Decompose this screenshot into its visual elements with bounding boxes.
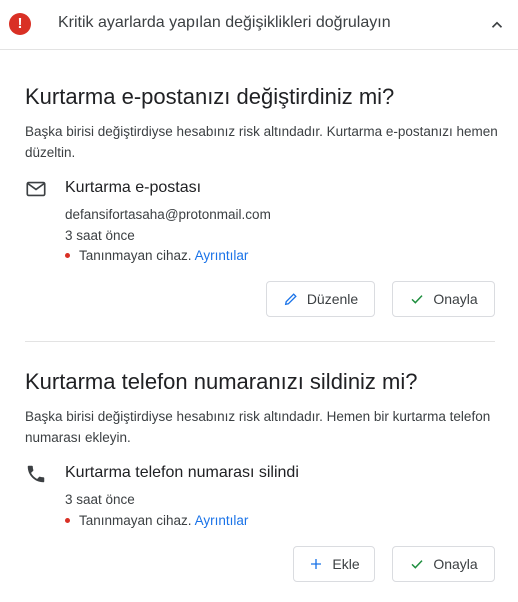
details-link[interactable]: Ayrıntılar: [195, 513, 249, 528]
plus-icon: [311, 559, 322, 569]
warning-dot: [65, 252, 70, 258]
section-title-recovery-phone: Kurtarma telefon numaranızı sildiniz mi?: [25, 369, 418, 394]
alert-header[interactable]: ! Kritik ayarlarda yapılan değişiklikler…: [0, 0, 518, 50]
confirm-phone-button[interactable]: Onayla: [392, 546, 495, 582]
edit-button[interactable]: Düzenle: [266, 281, 375, 317]
recovery-phone-time: 3 saat önce: [65, 492, 135, 507]
header-title: Kritik ayarlarda yapılan değişiklikleri …: [58, 14, 391, 31]
pencil-icon: [284, 293, 297, 306]
confirm-email-button[interactable]: Onayla: [392, 281, 495, 317]
edit-button-label: Düzenle: [306, 291, 359, 307]
recovery-phone-warning: Tanınmayan cihaz. Ayrıntılar: [65, 513, 248, 528]
warning-text: Tanınmayan cihaz.: [79, 248, 192, 263]
check-icon: [411, 560, 423, 569]
recovery-phone-label: Kurtarma telefon numarası silindi: [65, 464, 299, 481]
check-icon: [411, 295, 423, 304]
section-divider: [25, 341, 495, 342]
confirm-button-label: Onayla: [433, 291, 478, 307]
details-link[interactable]: Ayrıntılar: [195, 248, 249, 263]
phone-icon: [27, 465, 45, 483]
recovery-email-time: 3 saat önce: [65, 228, 135, 243]
add-button-label: Ekle: [332, 556, 360, 572]
recovery-email-warning: Tanınmayan cihaz. Ayrıntılar: [65, 248, 248, 263]
alert-icon: !: [9, 13, 31, 35]
section-description-recovery-phone: Başka birisi değiştirdiyse hesabınız ris…: [25, 409, 491, 445]
recovery-email-label: Kurtarma e-postası: [65, 179, 202, 196]
confirm-button-label: Onayla: [433, 556, 478, 572]
warning-dot: [65, 517, 70, 523]
mail-icon: [26, 181, 46, 197]
section-description-recovery-email: Başka birisi değiştirdiyse hesabınız ris…: [25, 124, 498, 160]
section-title-recovery-email: Kurtarma e-postanızı değiştirdiniz mi?: [25, 84, 395, 109]
chevron-up-icon[interactable]: [488, 16, 506, 34]
add-phone-button[interactable]: Ekle: [293, 546, 375, 582]
recovery-email-value: defansifortasaha@protonmail.com: [65, 207, 271, 222]
warning-text: Tanınmayan cihaz.: [79, 513, 192, 528]
